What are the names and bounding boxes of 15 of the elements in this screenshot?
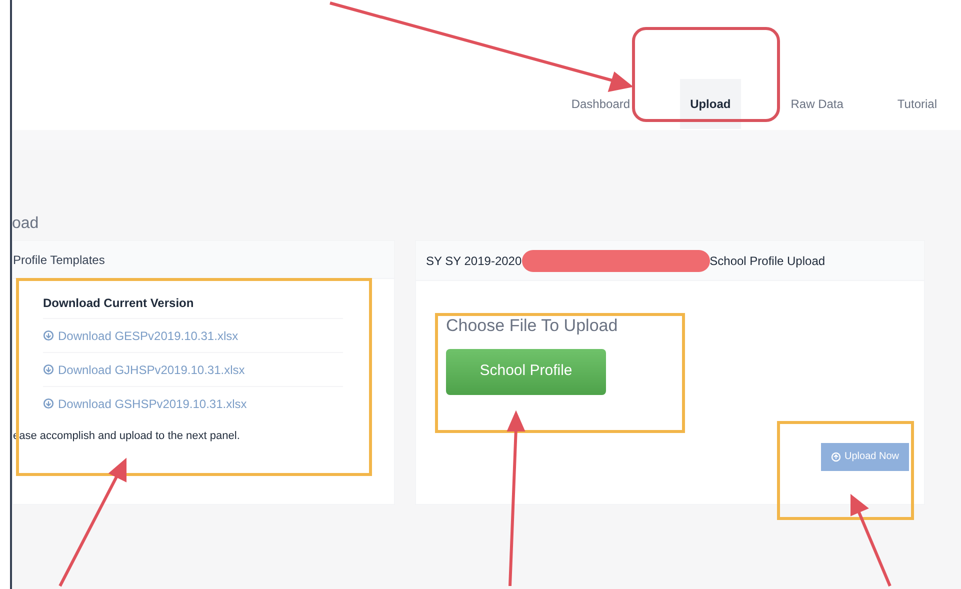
download-link[interactable]: Download GSHSPv2019.10.31.xlsx [43, 394, 247, 412]
nav-tab[interactable]: Tutorial [893, 79, 941, 129]
field-label: Choose File To Upload [446, 315, 619, 337]
download-link[interactable]: Download GESPv2019.10.31.xlsx [43, 326, 238, 344]
panel-title: School Profile Upload [710, 252, 826, 270]
upload-button[interactable]: Upload Now [820, 442, 909, 470]
download-link[interactable]: Download GJHSPv2019.10.31.xlsx [43, 360, 245, 378]
nav-tab[interactable]: Upload [680, 79, 741, 129]
panel-title: SY SY 2019-2020 [426, 252, 522, 270]
panel-title: Profile Templates [13, 241, 394, 279]
nav-tab[interactable]: Raw Data [786, 79, 848, 129]
section-heading: Download Current Version [43, 295, 195, 312]
nav-tab[interactable]: Dashboard [567, 79, 634, 129]
file-upload-button[interactable]: School Profile [446, 348, 606, 394]
page-heading: oad [12, 214, 40, 234]
